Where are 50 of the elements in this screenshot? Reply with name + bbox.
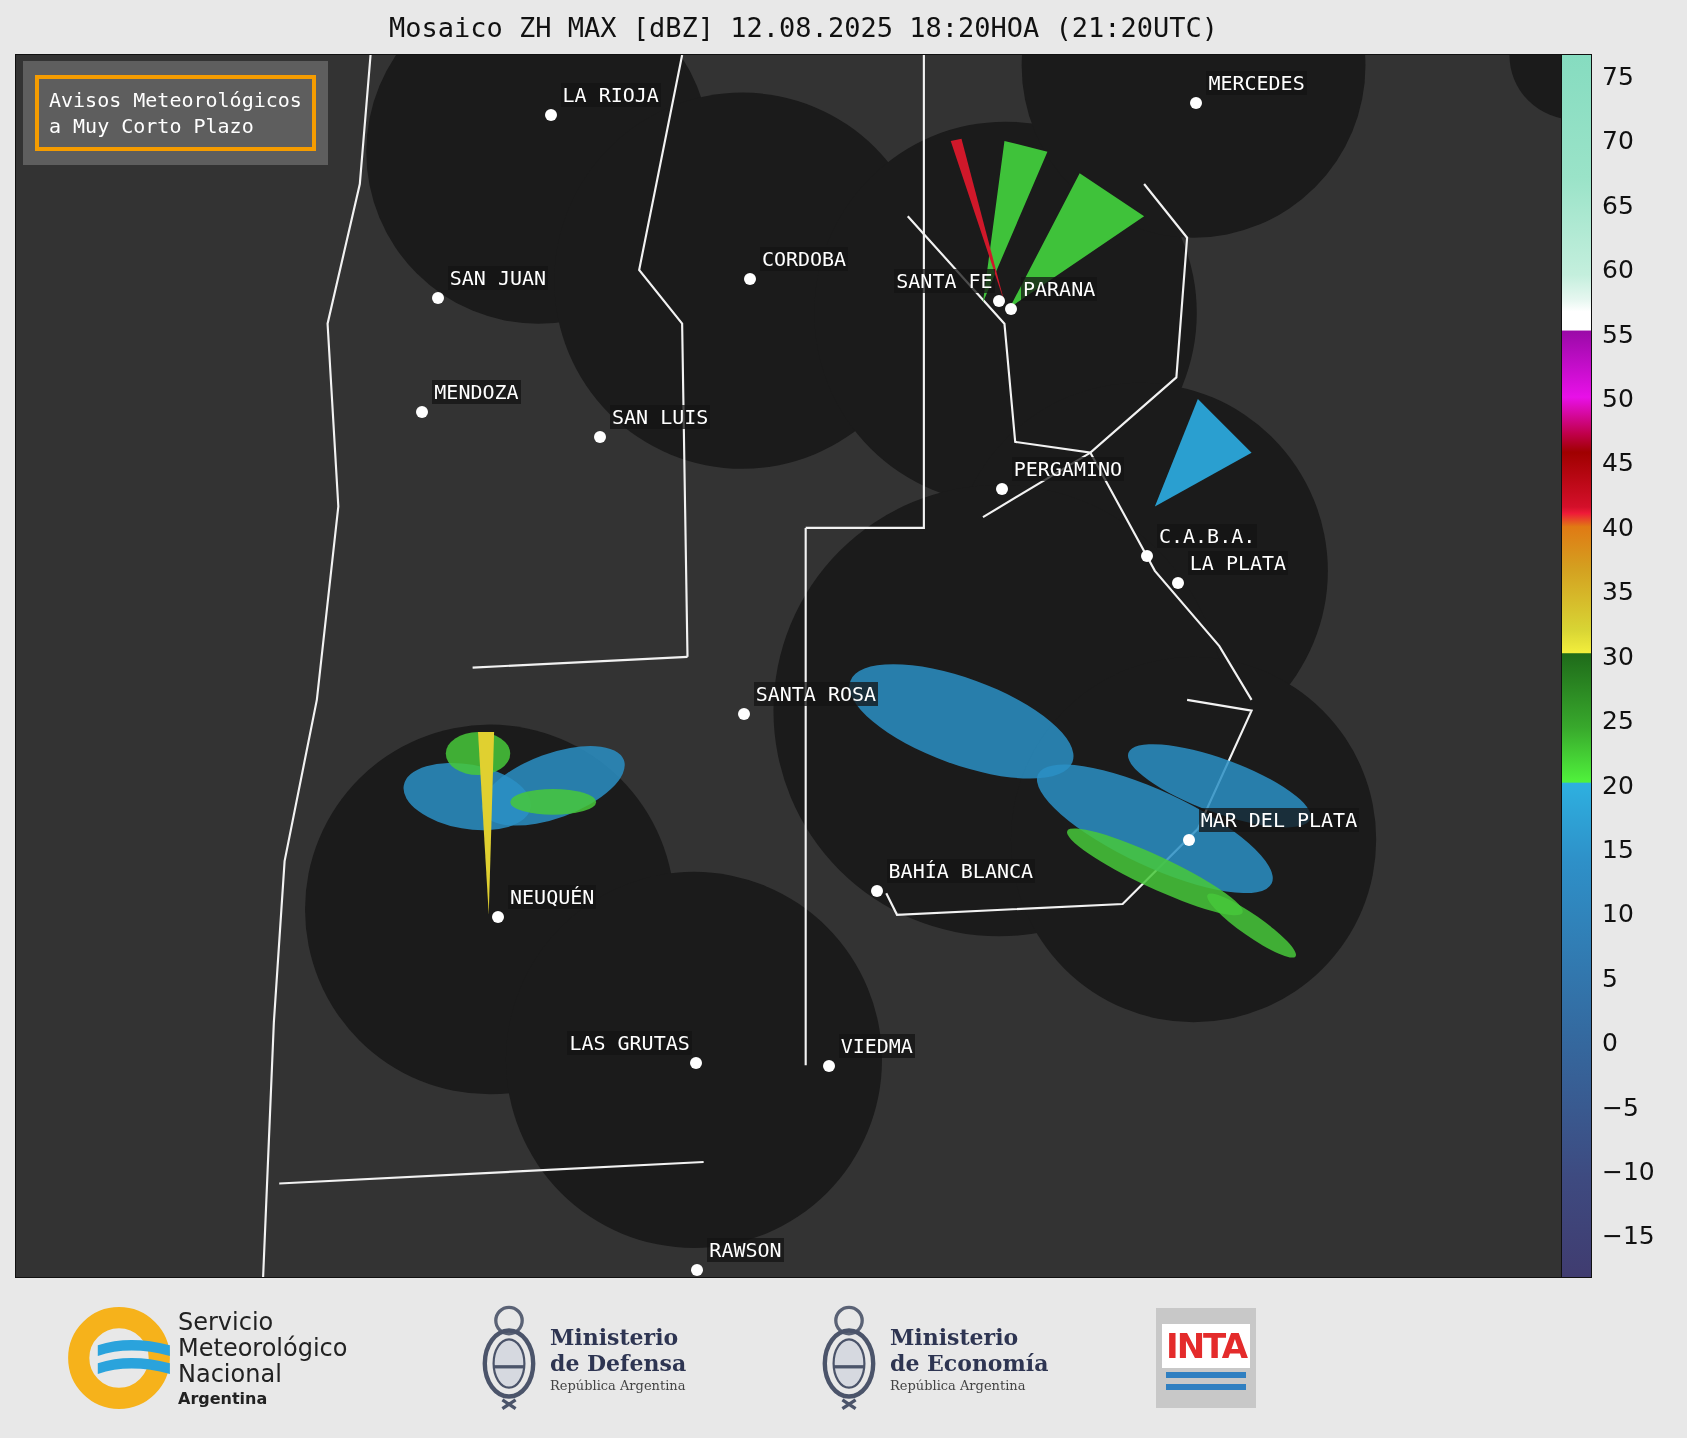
sun-waves-logo-icon [66,1305,172,1411]
ministry-country: República Argentina [550,1377,687,1393]
scale-tick-label: −10 [1602,1156,1655,1186]
city-label: SANTA FE [894,268,995,293]
scale-tick-label: 0 [1602,1027,1618,1057]
agency-name: Servicio [178,1308,274,1335]
city-label: PERGAMINO [1011,456,1125,481]
city-label: LA PLATA [1187,550,1289,575]
stripes-icon [1166,1372,1246,1392]
scale-tick-label: 45 [1602,447,1634,477]
city-label: SAN JUAN [447,266,549,291]
agency-country: Argentina [178,1388,269,1408]
city-label: BAHÍA BLANCA [886,858,1036,883]
scale-tick-label: 25 [1602,705,1634,735]
scale-tick-label: 15 [1602,834,1634,864]
city-label: SANTA ROSA [753,681,879,706]
scale-tick-label: 10 [1602,898,1634,928]
city-label: LAS GRUTAS [567,1031,692,1056]
city-label: RAWSON [707,1237,784,1262]
scale-tick-label: 65 [1602,190,1634,220]
scale-tick-label: 30 [1602,641,1634,671]
inta-logo-text: INTA [1162,1324,1250,1368]
ministry-name: de Economía [890,1349,1049,1376]
scale-tick-label: 40 [1602,512,1634,542]
scale-tick-label: 20 [1602,770,1634,800]
scale-tick-label: 5 [1602,963,1618,993]
ministry-name: Ministerio [550,1323,680,1350]
scale-tick-label: 55 [1602,319,1634,349]
city-label: MENDOZA [432,379,521,404]
scale-tick-label: 70 [1602,125,1634,155]
agency-name: Meteorológico [178,1334,348,1361]
agency-name: Nacional [178,1360,282,1387]
city-label: MAR DEL PLATA [1198,807,1360,832]
city-label: NEUQUÉN [508,884,597,909]
city-label: SAN LUIS [610,405,711,430]
chart-title: Mosaico ZH MAX [dBZ] 12.08.2025 18:20HOA (21:20UTC) [388,10,1219,45]
city-label: MERCEDES [1206,70,1307,95]
scale-tick-label: 60 [1602,254,1634,284]
scale-tick-label: 75 [1602,61,1634,91]
scale-tick-label: 35 [1602,576,1634,606]
scale-tick-label: 50 [1602,383,1634,413]
city-label: PARANA [1020,277,1098,302]
ministry-name: de Defensa [550,1349,687,1376]
scale-tick-label: −5 [1602,1092,1639,1122]
scale-tick-label: −15 [1602,1220,1655,1250]
alert-notice-link[interactable]: Avisos Meteorológicos a Muy Corto Plazo [35,75,316,151]
city-label: LA RIOJA [560,82,661,107]
ministry-name: Ministerio [890,1323,1020,1350]
ministry-country: República Argentina [890,1377,1027,1393]
city-label: C.A.B.A. [1156,524,1258,548]
